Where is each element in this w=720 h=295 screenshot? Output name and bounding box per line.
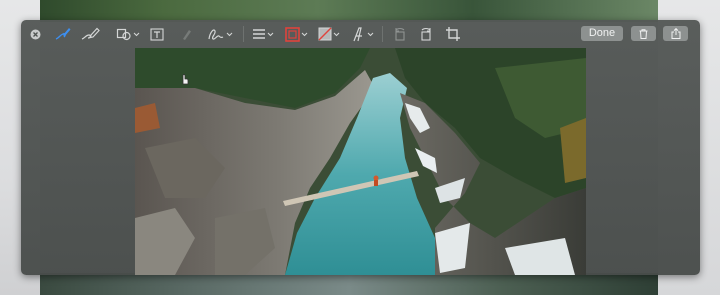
hand-cursor-icon	[182, 74, 189, 85]
toolbar-separator	[382, 26, 383, 42]
sign-menu-button[interactable]	[206, 24, 234, 44]
highlight-tool-button[interactable]	[177, 24, 195, 44]
close-button[interactable]	[28, 24, 42, 44]
text-style-menu-button[interactable]	[351, 24, 375, 44]
chevron-down-icon	[133, 32, 140, 36]
backdrop-bottom-photo-strip	[40, 273, 658, 295]
rotate-right-icon	[421, 27, 431, 41]
chevron-down-icon	[301, 32, 307, 36]
text-icon	[150, 27, 164, 41]
done-button[interactable]: Done	[581, 26, 623, 41]
rotate-left-button[interactable]	[391, 24, 409, 44]
text-tool-button[interactable]	[148, 24, 166, 44]
markup-window: Done	[21, 20, 700, 275]
fill-color-icon	[318, 27, 332, 41]
shapes-icon	[116, 28, 131, 41]
draw-icon	[81, 27, 100, 40]
sketch-icon	[55, 28, 71, 40]
border-color-icon	[284, 26, 300, 42]
crop-button[interactable]	[444, 24, 462, 44]
toolbar-separator	[243, 26, 244, 42]
trash-icon	[639, 28, 648, 39]
delete-button[interactable]	[631, 26, 656, 41]
share-icon	[671, 28, 680, 39]
text-style-icon	[353, 26, 362, 41]
rotate-left-icon	[395, 27, 405, 41]
highlight-icon	[183, 30, 191, 40]
draw-tool-button[interactable]	[80, 24, 102, 44]
share-button[interactable]	[663, 26, 688, 41]
sign-icon	[208, 28, 224, 40]
line-style-icon	[253, 29, 265, 39]
chevron-down-icon	[267, 32, 274, 36]
line-style-menu-button[interactable]	[251, 24, 275, 44]
chevron-down-icon	[367, 32, 374, 36]
markup-canvas[interactable]	[135, 48, 586, 275]
shapes-menu-button[interactable]	[115, 24, 141, 44]
sketch-tool-button[interactable]	[53, 24, 73, 44]
close-icon	[30, 29, 40, 39]
chevron-down-icon	[226, 32, 233, 36]
chevron-down-icon	[333, 32, 340, 36]
crop-icon	[446, 27, 460, 41]
fill-color-menu-button[interactable]	[316, 24, 342, 44]
backdrop-top-photo-strip	[40, 0, 658, 22]
markup-toolbar: Done	[21, 20, 700, 48]
rotate-right-button[interactable]	[417, 24, 435, 44]
river-canyon-photo	[135, 48, 586, 275]
border-color-menu-button[interactable]	[283, 24, 309, 44]
